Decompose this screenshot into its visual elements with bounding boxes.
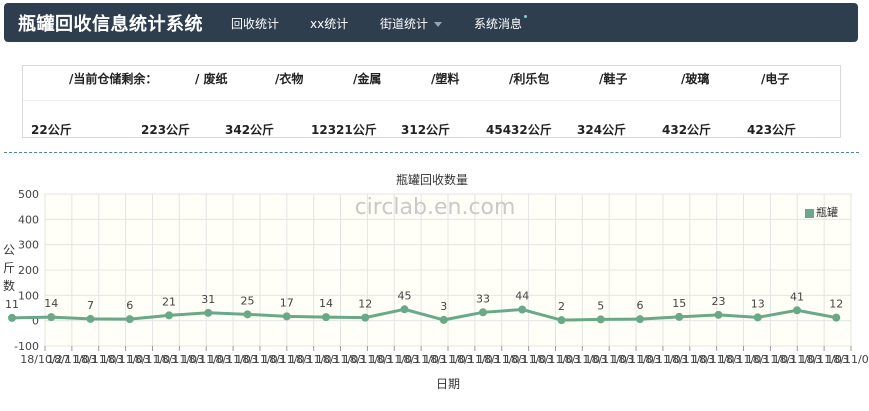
- data-label: 3: [440, 300, 447, 313]
- nav-item-recycle-stats[interactable]: 回收统计: [231, 15, 279, 32]
- table-cell: 223公斤: [141, 123, 191, 137]
- data-point: [753, 313, 762, 322]
- table-header-cell: /电子: [761, 72, 790, 86]
- data-point: [518, 305, 527, 314]
- table-cell: 312公斤: [401, 123, 451, 137]
- data-point: [557, 316, 566, 325]
- data-point: [675, 312, 684, 321]
- section-divider: [4, 152, 859, 153]
- y-tick-label: 300: [18, 239, 39, 252]
- x-axis-label: 日期: [436, 377, 460, 391]
- data-label: 12: [358, 298, 372, 311]
- nav-item-system-messages[interactable]: 系统消息: [474, 15, 528, 32]
- y-axis-label-char: 斤: [3, 261, 15, 275]
- data-point: [439, 315, 448, 324]
- data-label: 23: [712, 295, 726, 308]
- data-point: [47, 313, 56, 322]
- data-point: [165, 311, 173, 320]
- data-label: 7: [87, 299, 94, 312]
- data-label: 2: [558, 300, 565, 313]
- data-label: 14: [44, 297, 58, 310]
- data-label: 41: [790, 290, 804, 303]
- data-point: [596, 315, 605, 324]
- data-label: 31: [201, 293, 215, 306]
- watermark-text: circlab.en.com: [355, 195, 516, 220]
- data-point: [86, 314, 95, 323]
- table-cell: 423公斤: [747, 123, 797, 137]
- table-row-divider: [23, 100, 840, 101]
- table-header-cell: /利乐包: [509, 72, 550, 86]
- notification-dot-icon: [524, 15, 528, 18]
- data-point: [400, 305, 409, 314]
- inventory-table: /当前仓储剩余： / 废纸 /衣物 /金属 /塑料 /利乐包 /鞋子 /玻璃 /…: [22, 65, 841, 138]
- data-point: [282, 312, 291, 321]
- nav-item-street-stats-label: 街道统计: [380, 17, 429, 31]
- data-point: [243, 310, 252, 319]
- data-label: 13: [751, 297, 765, 310]
- nav-item-street-stats[interactable]: 街道统计: [380, 15, 443, 32]
- chart-legend[interactable]: 瓶罐: [805, 204, 838, 220]
- legend-label: 瓶罐: [816, 206, 838, 219]
- y-tick-label: 100: [18, 289, 39, 302]
- table-header-cell: /塑料: [431, 72, 460, 86]
- table-header-cell: /衣物: [275, 72, 304, 86]
- data-point: [204, 308, 213, 317]
- table-cell: 432公斤: [662, 123, 712, 137]
- y-axis-label-char: 公: [3, 243, 15, 257]
- table-header-cell: /当前仓储剩余：: [69, 72, 158, 86]
- nav-item-system-messages-label: 系统消息: [474, 17, 523, 31]
- data-label: 33: [476, 292, 490, 305]
- y-tick-label: 200: [18, 264, 39, 277]
- recycle-line-chart: -100 0 100 200 300 400 500 18/10/27 18/11/03 18/1…: [0, 168, 869, 407]
- data-point: [714, 310, 723, 319]
- y-axis-label-char: 数: [3, 278, 15, 293]
- x-tick-label: 18/11/03: [826, 353, 869, 366]
- nav-item-xx-stats[interactable]: xx统计: [310, 15, 348, 32]
- data-label: 14: [319, 297, 333, 310]
- y-tick-label: 400: [18, 213, 39, 226]
- data-label: 25: [241, 294, 255, 307]
- data-label: 11: [5, 298, 19, 311]
- top-navbar: 瓶罐回收信息统计系统 回收统计 xx统计 街道统计 系统消息: [4, 3, 858, 42]
- data-label: 5: [597, 299, 604, 312]
- data-point: [793, 306, 801, 315]
- data-label: 44: [515, 290, 529, 303]
- table-cell: 45432公斤: [486, 123, 552, 137]
- table-header-cell: /玻璃: [681, 72, 710, 86]
- data-point: [361, 313, 370, 322]
- data-point: [832, 313, 841, 322]
- legend-swatch: [805, 208, 814, 218]
- table-header-cell: /金属: [353, 72, 382, 86]
- data-label: 45: [398, 289, 412, 302]
- y-tick-label: 500: [18, 188, 39, 201]
- table-header-cell: /鞋子: [599, 72, 628, 86]
- y-tick-label: -100: [14, 340, 39, 353]
- data-point: [479, 308, 487, 317]
- chart-svg: -100010020030040050018/10/2718/11/0318/1…: [3, 172, 869, 391]
- table-cell: 22公斤: [31, 123, 72, 137]
- data-label: 6: [637, 299, 644, 312]
- data-point: [8, 313, 16, 322]
- data-label: 15: [672, 297, 686, 310]
- table-cell: 12321公斤: [311, 123, 377, 137]
- table-cell: 342公斤: [225, 123, 275, 137]
- data-point: [322, 313, 330, 322]
- table-header-cell: / 废纸: [195, 72, 228, 86]
- data-point: [636, 315, 644, 324]
- app-title: 瓶罐回收信息统计系统: [18, 14, 203, 35]
- chart-title: 瓶罐回收数量: [396, 172, 468, 187]
- chevron-down-icon: [434, 22, 443, 27]
- table-cell: 324公斤: [577, 123, 627, 137]
- data-label: 6: [126, 299, 133, 312]
- data-label: 12: [829, 298, 843, 311]
- data-label: 17: [280, 296, 294, 309]
- data-point: [125, 315, 134, 324]
- data-label: 21: [162, 295, 176, 308]
